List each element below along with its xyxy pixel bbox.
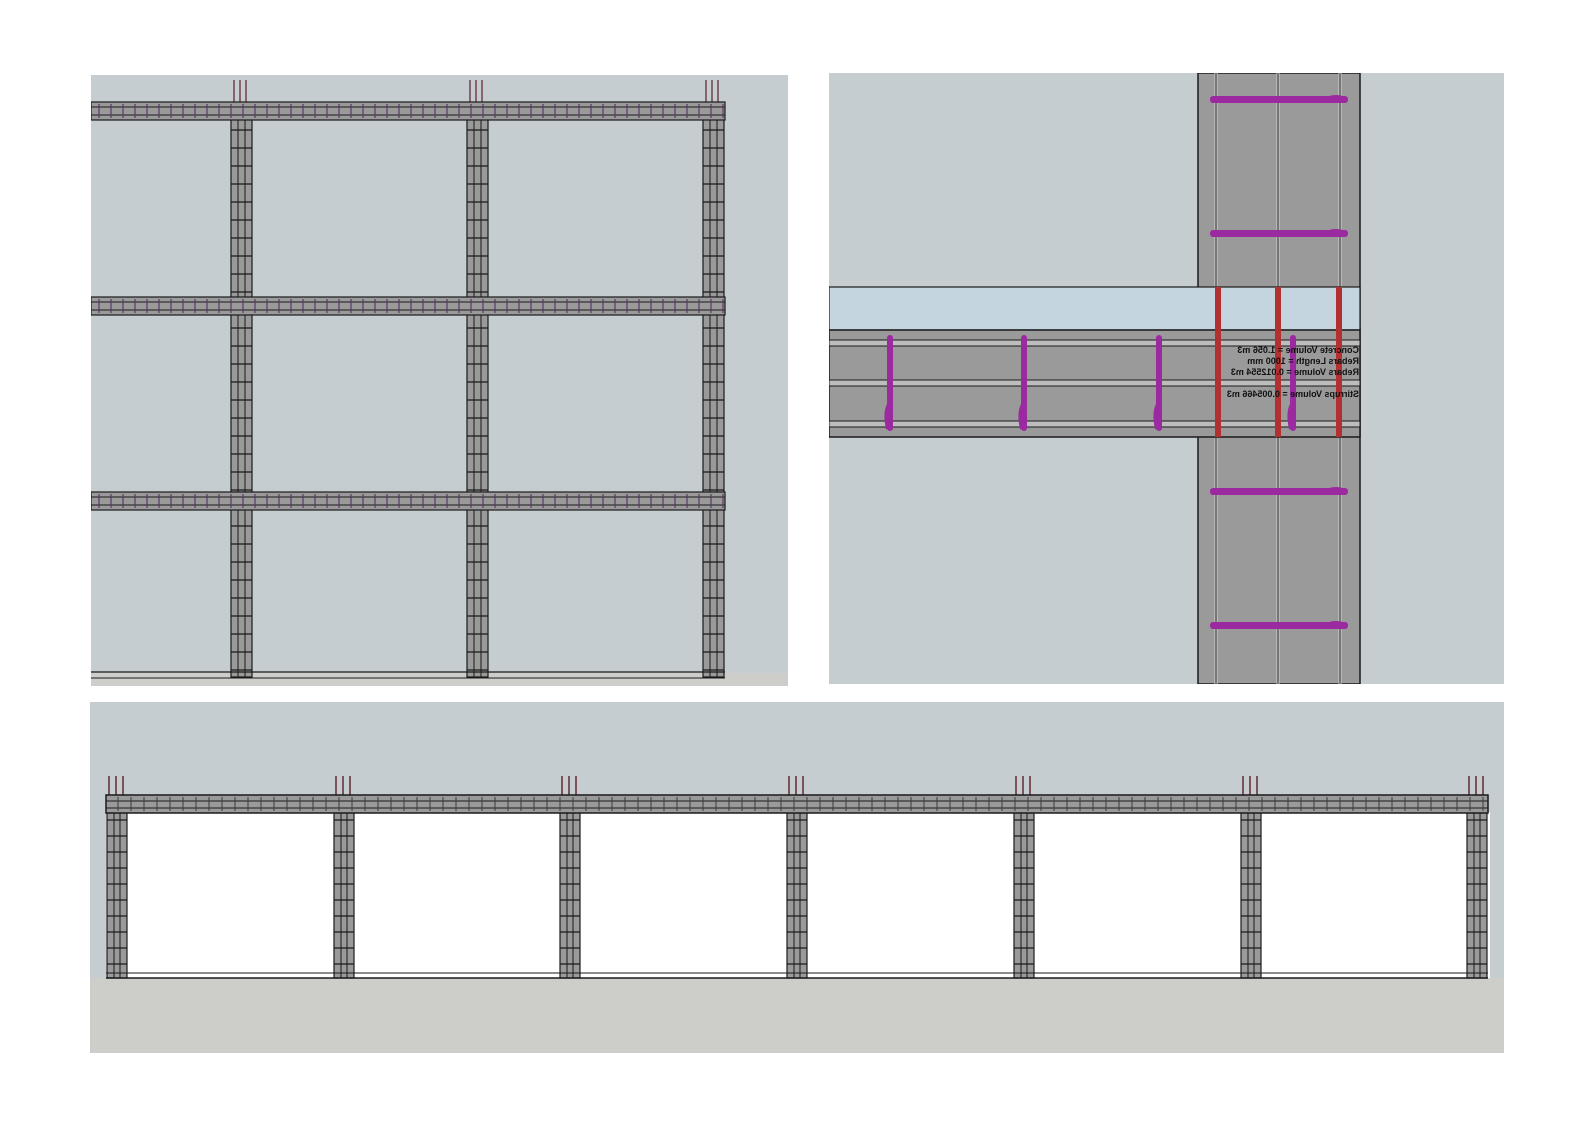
elevation-viewport[interactable]: [90, 702, 1504, 1053]
stirrup-hook: [1326, 229, 1346, 237]
annotation-line-5: Stirrups Volume = 0.005466 m3: [1227, 389, 1359, 399]
stirrup-hook: [1326, 621, 1346, 629]
joint-detail-viewport[interactable]: Concrete Volume = 1.056 m3 Rebars Length…: [829, 73, 1504, 684]
column-2: [466, 114, 489, 678]
column-4: [786, 796, 808, 979]
column-7: [1466, 796, 1488, 979]
annotation-line-3: Rebars Volume = 0.012554 m3: [1231, 367, 1359, 377]
beam-2: [91, 296, 726, 316]
viewport-background: [91, 75, 788, 686]
column-5: [1013, 796, 1035, 979]
ground-strip: [91, 673, 788, 686]
beam-1: [91, 101, 726, 121]
elevation-drawing: [90, 702, 1504, 1053]
stirrup-hook: [1326, 487, 1346, 495]
joint-detail-drawing: Concrete Volume = 1.056 m3 Rebars Length…: [829, 73, 1504, 684]
ground-plane: [90, 978, 1504, 1053]
column-1: [106, 796, 128, 979]
longitudinal-bar: [1215, 287, 1221, 437]
column-2: [333, 796, 355, 979]
column-3: [559, 796, 581, 979]
column-6: [1240, 796, 1262, 979]
beam-3: [91, 491, 726, 511]
annotation-line-2: Rebars Length = 1000 mm: [1247, 356, 1359, 366]
quantity-annotation: Concrete Volume = 1.056 m3 Rebars Length…: [1227, 345, 1359, 399]
frame-grid-drawing: [91, 75, 788, 686]
annotation-line-1: Concrete Volume = 1.056 m3: [1237, 345, 1359, 355]
column-3: [702, 114, 725, 678]
frame-grid-viewport[interactable]: [91, 75, 788, 686]
column-1: [230, 114, 253, 678]
stirrup-hook: [1326, 95, 1346, 103]
